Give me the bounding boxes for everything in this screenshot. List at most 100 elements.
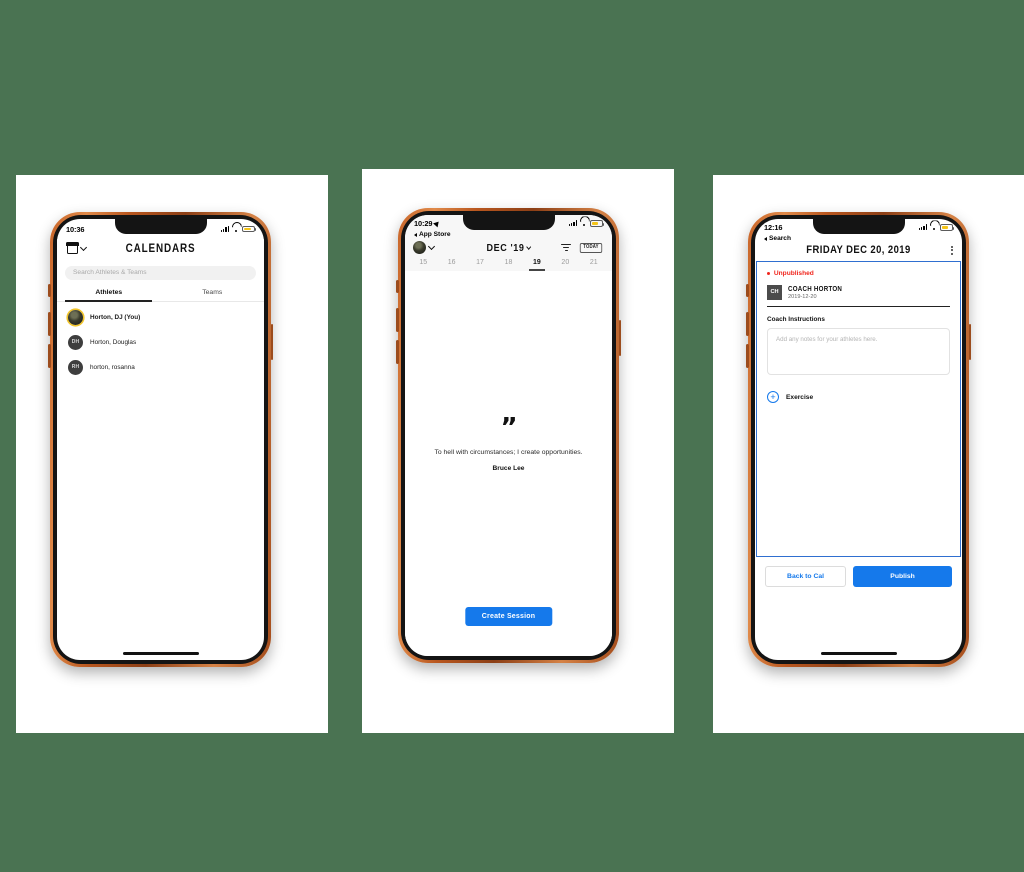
search-container <box>57 260 264 280</box>
volume-up-button[interactable] <box>746 312 749 336</box>
status-dot-icon <box>767 271 771 275</box>
volume-up-button[interactable] <box>48 312 51 336</box>
wifi-icon <box>930 224 938 231</box>
avatar <box>68 309 83 325</box>
date-15[interactable]: 15 <box>409 259 437 271</box>
coach-name: COACH HORTON <box>788 283 843 293</box>
avatar: RH <box>68 359 83 375</box>
list-item[interactable]: DH Horton, Douglas <box>57 330 264 355</box>
chevron-down-icon <box>526 243 532 250</box>
date-16[interactable]: 16 <box>437 259 465 271</box>
date-20[interactable]: 20 <box>551 259 579 271</box>
calendar-selector[interactable] <box>66 242 88 254</box>
cellular-bars-icon <box>568 220 577 227</box>
athlete-name: Horton, Douglas <box>90 338 137 346</box>
phone-screen-3: 12:16 Search FRIDAY DEC 20, 2019 Unpubli… <box>755 219 962 660</box>
exercise-label: Exercise <box>786 393 814 401</box>
athlete-name: horton, rosanna <box>90 363 135 371</box>
back-triangle-icon <box>764 236 767 241</box>
nav-bar-1: CALENDARS <box>57 239 264 260</box>
phone-device-2: 10:29 App Store DEC '19 TODAY 15 16 17 1… <box>396 208 621 663</box>
nav-bar-2: DEC '19 TODAY <box>405 238 612 258</box>
screenshot-canvas: 10:36 CALENDARS Athletes <box>0 0 1024 872</box>
volume-down-button[interactable] <box>746 344 749 368</box>
plus-circle-icon: + <box>767 391 779 404</box>
date-18[interactable]: 18 <box>494 259 522 271</box>
status-time: 10:29 <box>414 219 433 228</box>
list-item[interactable]: RH horton, rosanna <box>57 355 264 380</box>
search-input[interactable] <box>65 265 256 280</box>
quote-block: ” To hell with circumstances; I create o… <box>405 413 612 473</box>
home-indicator[interactable] <box>820 652 897 655</box>
calendar-icon <box>66 242 79 254</box>
battery-icon <box>590 220 605 227</box>
phone-device-1: 10:36 CALENDARS Athletes <box>48 212 273 667</box>
notch <box>812 219 905 234</box>
coach-instructions-input[interactable] <box>767 328 950 376</box>
back-to-search-link[interactable]: Search <box>755 235 962 242</box>
avatar: DH <box>68 334 83 350</box>
wifi-icon <box>580 220 588 227</box>
status-badge-label: Unpublished <box>773 269 814 277</box>
filter-icon[interactable] <box>561 243 572 252</box>
wifi-icon <box>232 226 240 232</box>
cellular-bars-icon <box>220 225 229 232</box>
status-badge: Unpublished <box>767 270 950 277</box>
power-button[interactable] <box>270 324 273 360</box>
date-17[interactable]: 17 <box>466 259 494 271</box>
volume-up-button[interactable] <box>396 308 399 332</box>
back-triangle-icon <box>414 232 417 237</box>
back-to-cal-button[interactable]: Back to Cal <box>765 565 847 587</box>
location-arrow-icon <box>433 219 442 228</box>
tab-teams[interactable]: Teams <box>161 289 265 301</box>
action-bar: Back to Cal Publish <box>755 557 962 587</box>
notch <box>462 215 555 230</box>
create-session-button[interactable]: Create Session <box>464 607 553 626</box>
today-button[interactable]: TODAY <box>579 242 603 253</box>
status-time: 12:16 <box>764 223 783 232</box>
tab-athletes[interactable]: Athletes <box>57 289 161 302</box>
chevron-down-icon <box>79 243 88 252</box>
coach-header: CH COACH HORTON 2019-12-20 <box>767 284 950 308</box>
mute-switch[interactable] <box>746 284 749 297</box>
date-19[interactable]: 19 <box>523 259 551 271</box>
page-title: CALENDARS <box>125 242 196 255</box>
add-exercise-row[interactable]: + Exercise <box>767 391 950 404</box>
status-time: 10:36 <box>66 224 85 234</box>
tab-bar-athletes-teams: Athletes Teams <box>57 289 264 302</box>
page-title: FRIDAY DEC 20, 2019 <box>806 244 911 257</box>
athlete-name: Horton, DJ (You) <box>90 313 141 321</box>
back-to-app-store-link[interactable]: App Store <box>405 231 612 238</box>
power-button[interactable] <box>618 320 621 356</box>
session-empty-state: ” To hell with circumstances; I create o… <box>405 271 612 656</box>
date-strip: 15 16 17 18 19 20 21 <box>405 258 612 271</box>
home-indicator[interactable] <box>122 652 199 655</box>
quote-text: To hell with circumstances; I create opp… <box>434 449 583 457</box>
athlete-list: Horton, DJ (You) DH Horton, Douglas RH h… <box>57 302 264 380</box>
coach-instructions-label: Coach Instructions <box>767 316 825 324</box>
battery-icon <box>940 224 955 231</box>
power-button[interactable] <box>968 324 971 360</box>
month-label: DEC '19 <box>486 241 525 254</box>
back-label: App Store <box>419 231 451 238</box>
battery-icon <box>242 225 257 233</box>
phone-device-3: 12:16 Search FRIDAY DEC 20, 2019 Unpubli… <box>746 212 971 667</box>
nav-bar-3: FRIDAY DEC 20, 2019 <box>755 242 962 261</box>
coach-avatar: CH <box>767 284 782 300</box>
session-editor-panel: Unpublished CH COACH HORTON 2019-12-20 C… <box>756 260 961 557</box>
volume-down-button[interactable] <box>396 340 399 364</box>
quote-mark-icon: ” <box>500 413 517 443</box>
cellular-bars-icon <box>918 224 927 231</box>
date-21[interactable]: 21 <box>580 259 608 271</box>
mute-switch[interactable] <box>396 280 399 293</box>
notch <box>114 219 207 234</box>
quote-author: Bruce Lee <box>492 465 525 473</box>
list-item[interactable]: Horton, DJ (You) <box>57 305 264 330</box>
mute-switch[interactable] <box>48 284 51 297</box>
volume-down-button[interactable] <box>48 344 51 368</box>
more-vertical-icon[interactable] <box>951 246 953 255</box>
session-date: 2019-12-20 <box>788 294 817 301</box>
phone-screen-1: 10:36 CALENDARS Athletes <box>57 219 264 660</box>
publish-button[interactable]: Publish <box>853 565 952 587</box>
phone-screen-2: 10:29 App Store DEC '19 TODAY 15 16 17 1… <box>405 215 612 656</box>
